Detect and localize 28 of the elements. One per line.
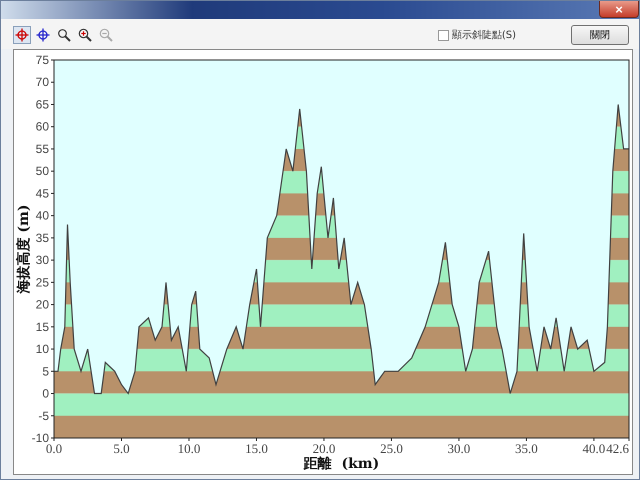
y-tick-label: 50 [36,164,49,178]
x-axis-title: 距離 (km) [304,456,380,470]
x-tick-label: 20.0 [312,441,336,456]
y-tick-label: 30 [36,253,49,268]
y-tick-label: 65 [36,97,49,112]
x-tick-label: 35.0 [515,441,538,456]
y-tick-label: 55 [36,142,49,156]
y-tick-label: 0 [42,386,49,401]
x-tick-label: 30.0 [448,441,470,456]
x-tick-label: 42.6 [606,441,629,456]
y-axis-title: 海拔高度 (m) [16,204,32,294]
y-tick-label: 75 [36,53,49,67]
y-tick-label: 70 [36,75,49,90]
y-tick-label: 15 [36,320,49,334]
y-tick-label: -5 [38,408,49,423]
x-tick-label: 5.0 [113,441,130,456]
y-tick-label: 5 [42,364,49,378]
y-tick-label: 60 [36,120,49,134]
y-tick-label: 40 [36,208,49,223]
y-tick-label: 35 [36,230,49,245]
x-tick-label: 40.0 [582,441,606,456]
x-tick-label: 10.0 [178,441,200,456]
y-tick-label: 20 [36,298,49,312]
y-tick-label: 25 [36,275,49,290]
x-tick-label: 15.0 [245,441,268,456]
x-tick-label: 25.0 [380,441,403,456]
y-tick-label: 10 [36,342,49,356]
y-tick-label: 45 [36,186,49,200]
